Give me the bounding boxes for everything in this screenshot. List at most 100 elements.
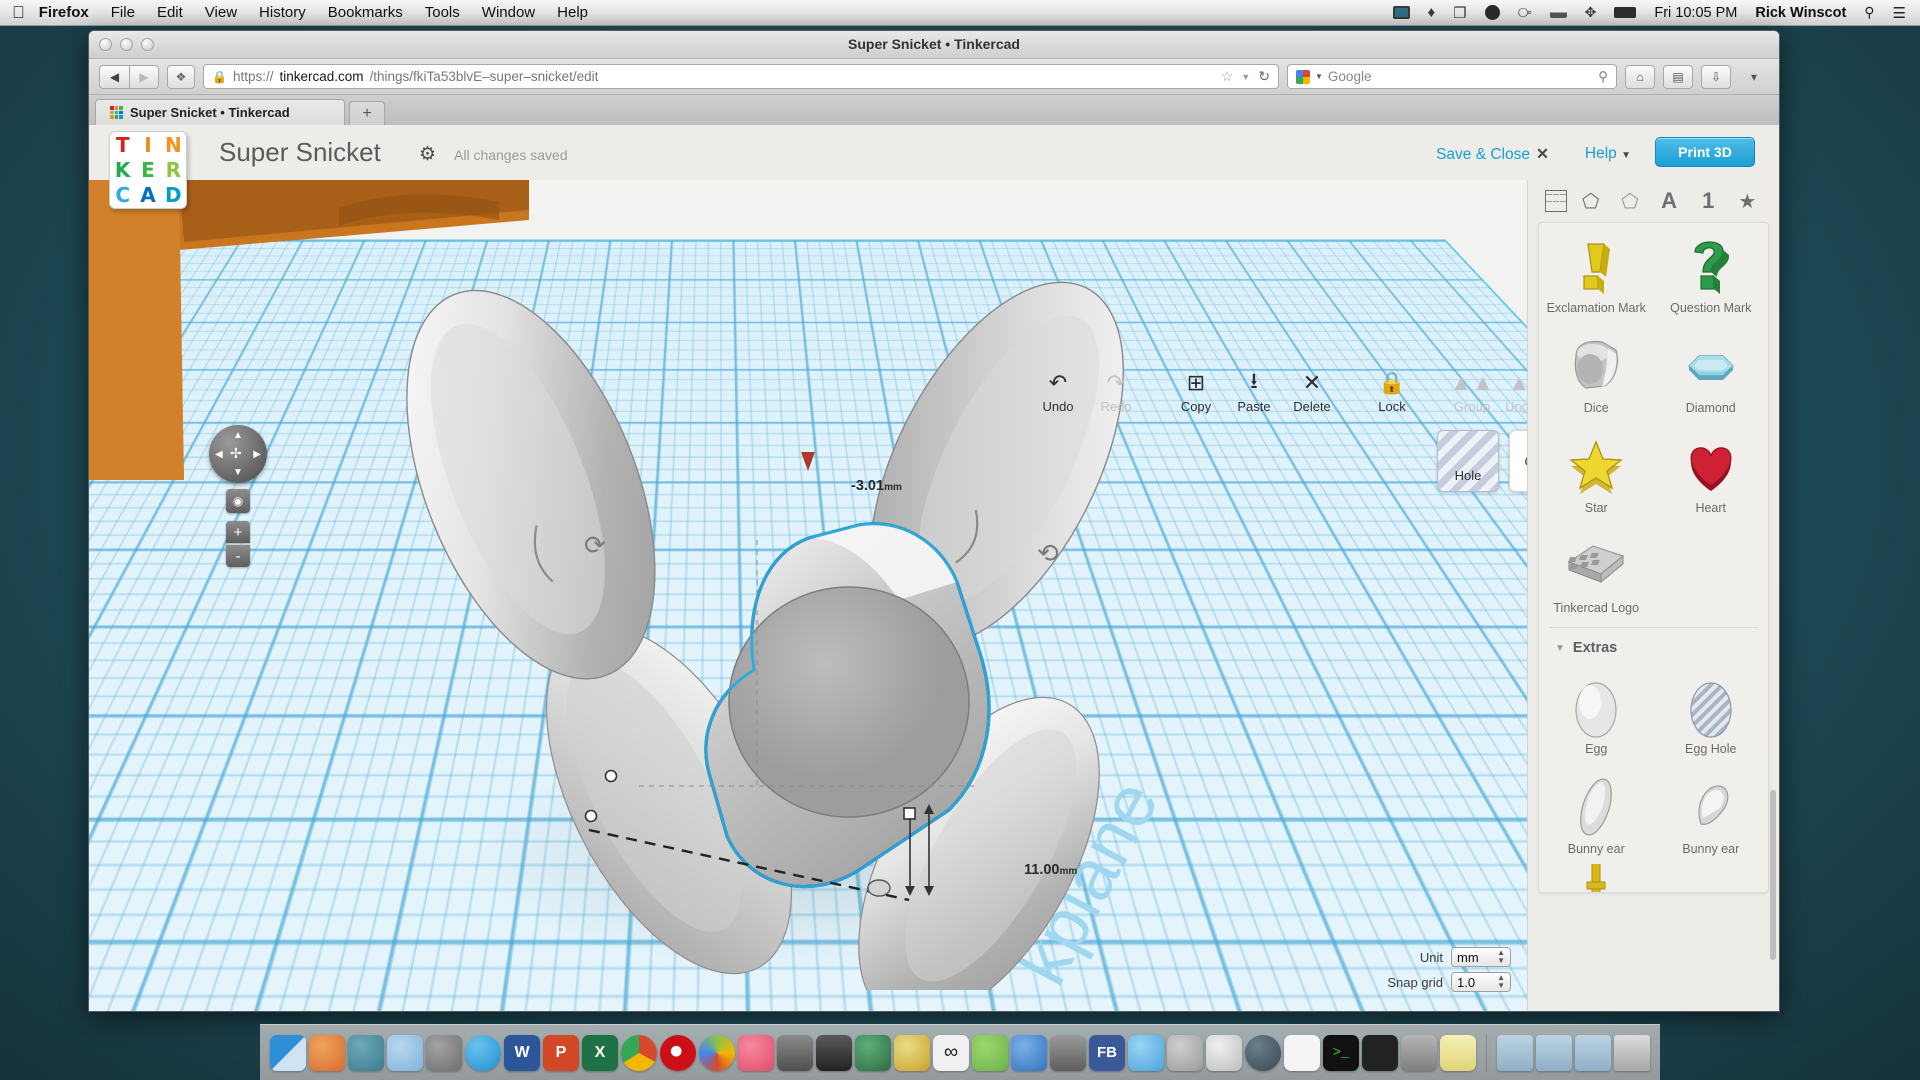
dock-chrome[interactable] xyxy=(621,1034,657,1071)
chevron-down-icon[interactable]: ▼ xyxy=(1315,72,1323,81)
gear-icon[interactable]: ⚙ xyxy=(419,143,436,166)
shape-question-mark[interactable]: Question Mark xyxy=(1654,223,1769,323)
ungroup-button[interactable]: ▲▲ Ungroup xyxy=(1501,368,1527,414)
unit-select[interactable]: mm ▲ ▼ xyxy=(1451,947,1511,967)
search-input[interactable]: ▼ Google ⚲ xyxy=(1287,64,1617,89)
dock-app-teal[interactable] xyxy=(348,1034,384,1071)
dock-finder[interactable] xyxy=(270,1034,306,1071)
dock-folder-1[interactable] xyxy=(1497,1034,1533,1071)
paste-button[interactable]: ⭳ Paste xyxy=(1225,368,1283,414)
reload-icon[interactable]: ↻ xyxy=(1258,68,1270,85)
solid-box-icon[interactable]: ⬠ xyxy=(1576,186,1606,216)
dock-launchpad[interactable] xyxy=(387,1034,423,1071)
magnifier-icon[interactable]: ⚲ xyxy=(1598,69,1608,85)
drive-icon[interactable] xyxy=(1549,7,1567,18)
close-x-icon[interactable]: ✕ xyxy=(1536,146,1549,163)
menu-window[interactable]: Window xyxy=(482,4,535,21)
print-3d-button[interactable]: Print 3D xyxy=(1655,137,1755,167)
copy-icon[interactable]: ❐ xyxy=(1453,4,1466,22)
view-navigation-widget[interactable]: ▲ ▼ ◀ ▶ ✢ ◉ + - xyxy=(209,425,267,567)
tinkercad-logo[interactable]: T I N K E R C A D xyxy=(109,131,187,209)
dock-white-app[interactable] xyxy=(1284,1034,1320,1071)
dock-console[interactable] xyxy=(1362,1034,1398,1071)
shape-dice[interactable]: Dice xyxy=(1539,323,1654,423)
redo-button[interactable]: ↷ Redo xyxy=(1087,368,1145,414)
menu-help[interactable]: Help xyxy=(557,4,588,21)
dock-nature[interactable] xyxy=(972,1034,1008,1071)
save-and-close-button[interactable]: Save & Close ✕ xyxy=(1436,145,1549,164)
rotate-handle-right-icon[interactable]: ⟲ xyxy=(1037,538,1059,569)
menu-tools[interactable]: Tools xyxy=(425,4,460,21)
bluetooth-icon[interactable]: ✥ xyxy=(1585,4,1597,21)
height-handle-icon[interactable] xyxy=(801,452,815,471)
list-menu-icon[interactable]: ▾ xyxy=(1739,65,1769,89)
home-view-icon[interactable]: ◉ xyxy=(226,489,250,513)
dock-ribbon[interactable] xyxy=(855,1034,891,1071)
dock-powerpoint[interactable]: P xyxy=(543,1034,579,1071)
grid-icon[interactable] xyxy=(1544,190,1567,212)
shape-heart[interactable]: Heart xyxy=(1654,423,1769,523)
spotlight-search-icon[interactable]: ⚲ xyxy=(1864,4,1874,21)
shape-exclamation-mark[interactable]: Exclamation Mark xyxy=(1539,223,1654,323)
menu-bookmarks[interactable]: Bookmarks xyxy=(328,4,403,21)
downloads-icon[interactable]: ⇩ xyxy=(1701,64,1731,89)
dock-box[interactable] xyxy=(1128,1034,1164,1071)
zoom-controls[interactable]: + - xyxy=(226,521,250,567)
group-button[interactable]: ▲▲ Group xyxy=(1443,368,1501,414)
dock-photos[interactable] xyxy=(1206,1034,1242,1071)
dock-settings[interactable] xyxy=(1401,1034,1437,1071)
dock-word[interactable]: W xyxy=(504,1034,540,1071)
snap-grid-select[interactable]: 1.0 ▲ ▼ xyxy=(1451,972,1511,992)
dock-excel-x[interactable]: X xyxy=(582,1034,618,1071)
new-tab-button[interactable]: + xyxy=(349,101,385,125)
battery-icon[interactable] xyxy=(1614,7,1637,18)
dock-infinity[interactable]: ∞ xyxy=(933,1034,969,1071)
dock-camera[interactable] xyxy=(816,1034,852,1071)
panel-scrollbar[interactable] xyxy=(1770,790,1776,960)
dock-notes[interactable] xyxy=(1440,1034,1476,1071)
zoom-in-button[interactable]: + xyxy=(226,521,250,543)
dock-toolbox[interactable] xyxy=(777,1034,813,1071)
notification-center-icon[interactable]: ☰ xyxy=(1893,4,1906,22)
shape-diamond[interactable]: Diamond xyxy=(1654,323,1769,423)
caret-down-icon[interactable]: ▼ xyxy=(1555,643,1565,654)
dock-folder-3[interactable] xyxy=(1575,1034,1611,1071)
rotate-handle-left-icon[interactable]: ⟳ xyxy=(584,530,606,561)
flux-icon[interactable] xyxy=(1484,5,1500,20)
shape-bunny-ear-left[interactable]: Bunny ear xyxy=(1539,764,1654,864)
zoom-out-button[interactable]: - xyxy=(226,545,250,567)
help-menu[interactable]: Help ▼ xyxy=(1585,145,1631,163)
menubar-clock[interactable]: Fri 10:05 PM xyxy=(1654,5,1737,21)
forward-arrow-icon[interactable]: ▶ xyxy=(129,64,159,89)
orbit-disc-icon[interactable]: ▲ ▼ ◀ ▶ ✢ xyxy=(209,425,267,483)
dock-colorful[interactable] xyxy=(699,1034,735,1071)
star-icon[interactable]: ☆ xyxy=(1221,68,1234,85)
reader-icon[interactable]: ❖ xyxy=(167,64,195,89)
bookmarks-icon[interactable]: ▤ xyxy=(1663,64,1693,89)
shape-partial-next[interactable] xyxy=(1539,864,1654,892)
color-mode-swatch[interactable]: Color xyxy=(1509,430,1527,492)
shape-bunny-ear-right[interactable]: Bunny ear xyxy=(1654,764,1769,864)
dock-blue-app[interactable] xyxy=(1011,1034,1047,1071)
letter-a-icon[interactable]: A xyxy=(1654,186,1684,216)
dock-trash[interactable] xyxy=(1614,1034,1650,1071)
3d-canvas[interactable]: kplane -3.01mm 11.00mm ⟳ ⟲ ↶ Undo ↷ Redo… xyxy=(89,180,1527,1011)
menu-edit[interactable]: Edit xyxy=(157,4,183,21)
menu-app-name[interactable]: Firefox xyxy=(39,4,89,21)
dock-folder-2[interactable] xyxy=(1536,1034,1572,1071)
dock-mail[interactable] xyxy=(894,1034,930,1071)
menubar-username[interactable]: Rick Winscot xyxy=(1755,5,1846,21)
dock-opera[interactable] xyxy=(660,1034,696,1071)
chevron-down-icon[interactable]: ▼ xyxy=(1241,72,1250,82)
menu-view[interactable]: View xyxy=(205,4,237,21)
striped-box-icon[interactable]: ⬠ xyxy=(1615,186,1645,216)
hole-mode-swatch[interactable]: Hole xyxy=(1437,430,1499,492)
dropbox-icon[interactable]: ♦ xyxy=(1428,4,1436,21)
dock-terminal[interactable]: >_ xyxy=(1323,1034,1359,1071)
extras-section-header[interactable]: ▼ Extras xyxy=(1539,632,1768,664)
shape-tinkercad-logo[interactable]: Tinkercad Logo xyxy=(1539,523,1654,623)
menu-history[interactable]: History xyxy=(259,4,306,21)
apple-icon[interactable]:  xyxy=(12,4,25,21)
url-bar[interactable]: 🔒 https:// tinkercad.com/things/fkiTa53bl… xyxy=(203,64,1279,89)
delete-button[interactable]: ✕ Delete xyxy=(1283,368,1341,414)
